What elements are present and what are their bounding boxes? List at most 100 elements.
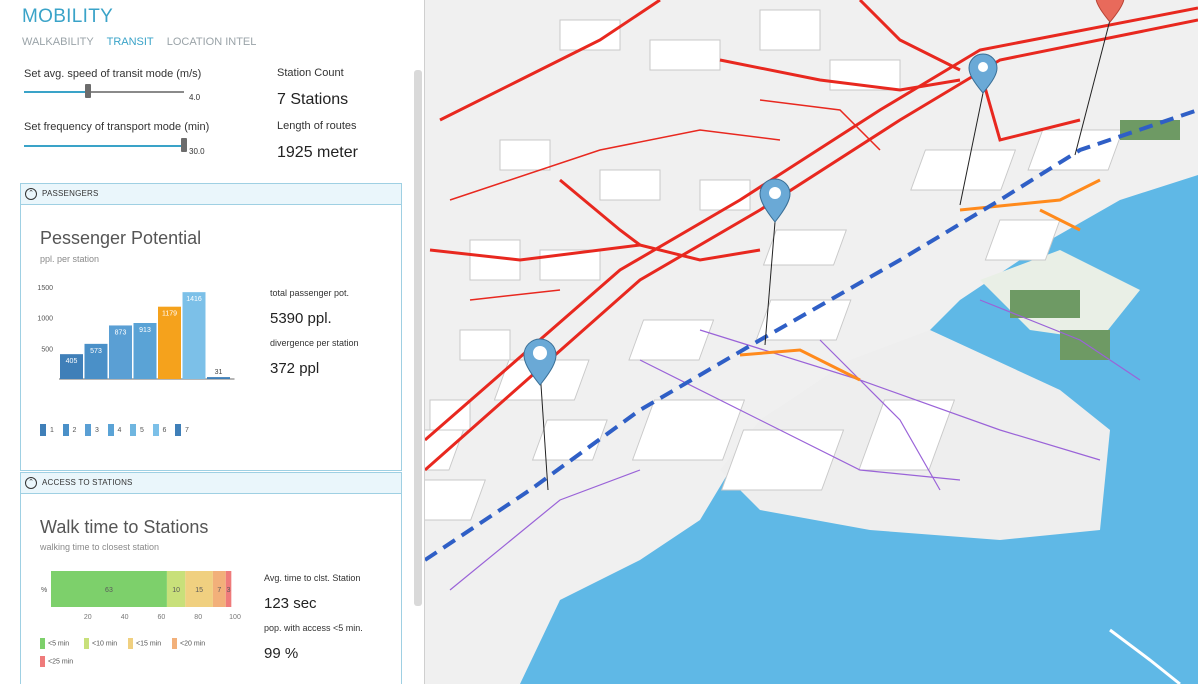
legend-label: <15 min	[136, 640, 162, 648]
bar-value-label: 573	[90, 348, 102, 355]
passenger-chart-subtitle: ppl. per station	[40, 254, 100, 264]
walk-chart-title: Walk time to Stations	[40, 517, 209, 537]
frequency-slider-thumb[interactable]	[181, 138, 187, 152]
walk-legend-item: <20 min	[172, 638, 205, 649]
walk-legend-item: <10 min	[84, 638, 117, 649]
segment-value-label: 3	[227, 587, 231, 594]
walk-legend-item: <5 min	[40, 638, 69, 649]
passengers-section-header[interactable]: ⌃ PASSENGERS	[21, 184, 401, 205]
segment-value-label: 63	[105, 587, 113, 594]
legend-swatch	[84, 638, 89, 649]
walk-legend-item: <15 min	[128, 638, 161, 649]
legend-label: <5 min	[48, 640, 70, 648]
passenger-bar-chart: 500 1000 1500 405 573 873 913 1179 1416 31	[37, 285, 235, 380]
panel-scrollbar[interactable]	[414, 70, 422, 606]
legend-item-station-2: 2	[62, 424, 77, 436]
legend-item-station-5: 5	[130, 424, 144, 436]
legend-label: 5	[140, 426, 144, 434]
speed-slider[interactable]	[24, 84, 184, 98]
tab-location-intel[interactable]: LOCATION INTEL	[167, 36, 257, 48]
legend-swatch	[40, 424, 46, 436]
passengers-header-label: PASSENGERS	[42, 189, 99, 198]
bar-station-6[interactable]	[182, 292, 206, 379]
legend-item-station-7: 7	[175, 424, 189, 436]
x-tick-label: 80	[194, 614, 202, 621]
frequency-slider[interactable]	[24, 138, 187, 152]
bar-value-label: 1179	[162, 311, 177, 318]
legend-label: 2	[72, 426, 77, 434]
legend-swatch	[62, 424, 69, 436]
legend-swatch	[107, 424, 114, 436]
y-tick-label: 500	[41, 346, 53, 353]
frequency-label: Set frequency of transport mode (min)	[24, 121, 210, 133]
legend-label: <25 min	[48, 658, 74, 666]
divergence-label: divergence per station	[270, 338, 359, 348]
legend-label: 7	[185, 426, 189, 434]
avg-time-value: 123 sec	[264, 595, 317, 612]
bar-value-label: 31	[215, 369, 223, 376]
frequency-value: 30.0	[189, 147, 205, 156]
bar-value-label: 405	[66, 358, 78, 365]
segment-value-label: 15	[195, 587, 203, 594]
access-header-label: ACCESS TO STATIONS	[42, 478, 133, 487]
x-tick-label: 20	[84, 614, 92, 621]
legend-swatch	[128, 638, 133, 649]
speed-slider-thumb[interactable]	[85, 84, 91, 98]
y-axis-label: %	[41, 587, 47, 594]
walk-legend-item: <25 min	[40, 656, 73, 667]
legend-label: 6	[162, 426, 167, 434]
legend-item-station-6: 6	[152, 424, 167, 436]
legend-swatch	[40, 638, 45, 649]
x-tick-label: 100	[229, 614, 241, 621]
bar-station-7[interactable]	[207, 377, 230, 379]
x-tick-label: 40	[121, 614, 129, 621]
legend-swatch	[130, 424, 136, 436]
segment-value-label: 10	[172, 587, 180, 594]
y-tick-label: 1000	[37, 316, 53, 323]
bar-value-label: 873	[115, 329, 127, 336]
mobility-panel: MOBILITY WALKABILITY TRANSIT LOCATION IN…	[0, 0, 425, 684]
route-length-label: Length of routes	[277, 120, 357, 132]
x-tick-label: 60	[158, 614, 166, 621]
segment-value-label: 7	[217, 587, 221, 594]
legend-swatch	[152, 424, 159, 436]
legend-label: 4	[117, 426, 122, 434]
total-passenger-value: 5390 ppl.	[270, 310, 332, 327]
tab-bar: WALKABILITY TRANSIT LOCATION INTEL	[22, 36, 266, 48]
walk-time-stacked-bar: % 63 10 15 7 3 20 40 60 80 100	[41, 571, 241, 621]
collapse-icon[interactable]: ⌃	[25, 188, 37, 200]
legend-swatch	[85, 424, 91, 436]
total-passenger-label: total passenger pot.	[270, 288, 350, 298]
y-tick-label: 1500	[37, 285, 53, 292]
route-length-value: 1925 meter	[277, 144, 358, 161]
collapse-icon[interactable]: ⌃	[25, 477, 37, 489]
walk-chart-subtitle: walking time to closest station	[40, 542, 160, 552]
passengers-section: ⌃ PASSENGERS Pessenger Potential ppl. pe…	[20, 183, 402, 471]
legend-swatch	[172, 638, 177, 649]
legend-label: <20 min	[180, 640, 206, 648]
station-count-value: 7 Stations	[277, 91, 349, 108]
legend-item-station-1: 1	[40, 424, 54, 436]
pop-access-value: 99 %	[264, 645, 299, 662]
divergence-value: 372 ppl	[270, 360, 320, 377]
avg-time-label: Avg. time to clst. Station	[264, 573, 361, 583]
speed-label: Set avg. speed of transit mode (m/s)	[24, 68, 202, 80]
legend-swatch	[40, 656, 45, 667]
station-count-label: Station Count	[277, 67, 344, 79]
speed-value: 4.0	[189, 93, 201, 102]
tab-walkability[interactable]: WALKABILITY	[22, 36, 94, 48]
legend-label: <10 min	[92, 640, 118, 648]
legend-label: 3	[95, 426, 99, 434]
legend-item-station-3: 3	[85, 424, 99, 436]
pop-access-label: pop. with access <5 min.	[264, 623, 363, 633]
panel-title: MOBILITY	[22, 6, 114, 27]
tab-transit[interactable]: TRANSIT	[107, 36, 154, 48]
bar-value-label: 913	[139, 327, 151, 334]
access-section-header[interactable]: ⌃ ACCESS TO STATIONS	[21, 473, 401, 494]
bar-value-label: 1416	[186, 296, 202, 303]
legend-label: 1	[50, 426, 54, 434]
legend-item-station-4: 4	[107, 424, 122, 436]
passenger-chart-title: Pessenger Potential	[40, 228, 202, 248]
legend-swatch	[175, 424, 181, 436]
access-section: ⌃ ACCESS TO STATIONS Walk time to Statio…	[20, 472, 402, 684]
